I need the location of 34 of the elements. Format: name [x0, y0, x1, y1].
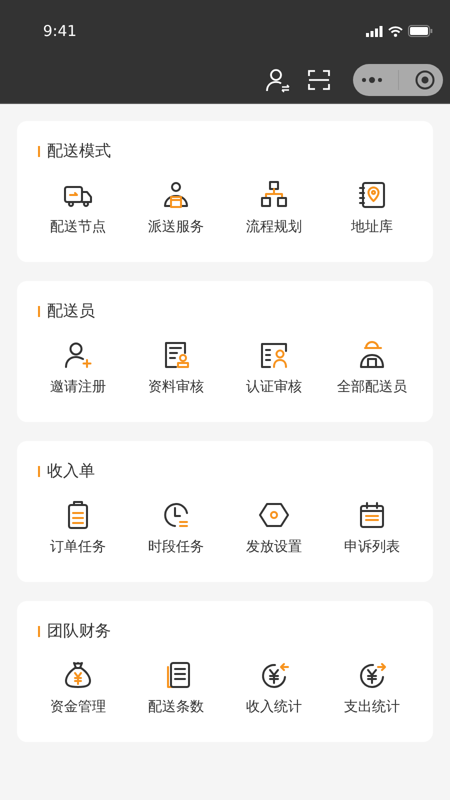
switch-user-icon[interactable]: [265, 67, 291, 93]
menu-item-label[interactable]: 资金管理: [50, 698, 106, 716]
menu-item-label[interactable]: 邀请注册: [50, 378, 106, 396]
map-pin-book-icon[interactable]: [356, 179, 388, 211]
scan-icon[interactable]: [307, 68, 331, 92]
menu-item-label[interactable]: 支出统计: [344, 698, 400, 716]
status-time: 9:41: [43, 22, 77, 40]
menu-item-label[interactable]: 申诉列表: [344, 538, 400, 556]
menu-item-label[interactable]: 全部配送员: [337, 378, 407, 396]
signal-icon: [366, 26, 383, 36]
menu-item-label[interactable]: 发放设置: [246, 538, 302, 556]
section-title: 配送模式: [47, 141, 111, 162]
menu-item-label[interactable]: 收入统计: [246, 698, 302, 716]
menu-item-label[interactable]: 流程规划: [246, 218, 302, 236]
menu-item-label[interactable]: 地址库: [351, 218, 393, 236]
section-title: 配送员: [47, 301, 95, 322]
menu-item-label[interactable]: 配送节点: [50, 218, 106, 236]
title-marker: [38, 306, 40, 317]
close-target-icon[interactable]: [414, 69, 436, 91]
money-bag-icon[interactable]: [62, 659, 94, 691]
menu-item-label[interactable]: 认证审核: [246, 378, 302, 396]
title-marker: [38, 146, 40, 157]
more-icon[interactable]: [360, 76, 382, 84]
menu-item-label[interactable]: 资料审核: [148, 378, 204, 396]
section-title: 收入单: [47, 461, 95, 482]
section-title: 团队财务: [47, 621, 111, 642]
wifi-icon: [388, 26, 403, 36]
battery-icon: [408, 25, 433, 37]
title-marker: [38, 626, 40, 637]
menu-item-label[interactable]: 配送条数: [148, 698, 204, 716]
menu-item-label[interactable]: 时段任务: [148, 538, 204, 556]
title-marker: [38, 466, 40, 477]
menu-item-label[interactable]: 派送服务: [148, 218, 204, 236]
menu-item-label[interactable]: 订单任务: [50, 538, 106, 556]
